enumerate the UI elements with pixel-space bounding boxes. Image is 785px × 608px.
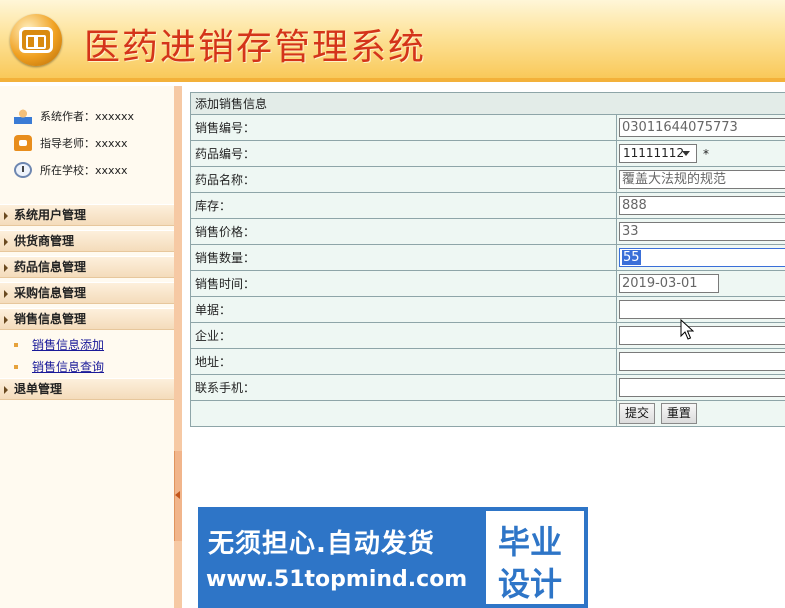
sidebar-splitter[interactable] (174, 86, 182, 608)
form-row: 联系手机： (190, 374, 785, 401)
sidebar: 系统作者：xxxxxx 指导老师：xxxxx 所在学校：xxxxx 系统用户管理… (0, 86, 174, 608)
quantity-label: 销售数量： (190, 244, 617, 271)
school-label: 所在学校：xxxxx (40, 164, 128, 177)
drug-id-label: 药品编号： (190, 140, 617, 167)
user-icon (14, 108, 32, 124)
form-row: 药品编号： 11111112 * (190, 140, 785, 167)
triangle-right-icon (4, 290, 8, 298)
address-label: 地址： (190, 348, 617, 375)
submenu-sales-add[interactable]: 销售信息添加 (14, 336, 104, 353)
company-input[interactable] (619, 326, 785, 345)
sidebar-info-author: 系统作者：xxxxxx (14, 108, 134, 124)
banner-slogan: 无须担心.自动发货 (208, 529, 435, 559)
price-input[interactable]: 33 (619, 222, 785, 241)
triangle-right-icon (4, 386, 8, 394)
form-row: 地址： (190, 348, 785, 375)
sale-id-label: 销售编号： (190, 114, 617, 141)
form-row: 企业： (190, 322, 785, 349)
reset-button[interactable]: 重置 (660, 403, 697, 424)
company-label: 企业： (190, 322, 617, 349)
banner-badge: 毕业 设计 (486, 511, 584, 604)
sales-add-form: 添加销售信息 销售编号： 03011644075773 药品编号： 111111… (190, 92, 785, 427)
form-caption: 添加销售信息 (190, 92, 785, 115)
menu-purchase-info[interactable]: 采购信息管理 (0, 282, 174, 304)
menu-drug-info[interactable]: 药品信息管理 (0, 256, 174, 278)
receipt-label: 单据： (190, 296, 617, 323)
quantity-input[interactable]: 55 (619, 248, 785, 267)
teacher-label: 指导老师：xxxxx (40, 137, 128, 150)
clock-icon (14, 162, 32, 178)
phone-input[interactable] (619, 378, 785, 397)
app-logo-icon (10, 14, 62, 66)
menu-suppliers[interactable]: 供货商管理 (0, 230, 174, 252)
submit-button[interactable]: 提交 (619, 403, 656, 424)
banner-url: www.51topmind.com (206, 567, 468, 592)
sale-time-input[interactable]: 2019-03-01 (619, 274, 719, 293)
drug-name-input[interactable]: 覆盖大法规的规范 (619, 170, 785, 189)
sidebar-info-teacher: 指导老师：xxxxx (14, 135, 128, 151)
triangle-right-icon (4, 316, 8, 324)
form-row: 销售时间： 2019-03-01 (190, 270, 785, 297)
stock-input[interactable]: 888 (619, 196, 785, 215)
form-row: 库存： 888 (190, 192, 785, 219)
stock-label: 库存： (190, 192, 617, 219)
bullet-icon (14, 342, 18, 347)
price-label: 销售价格： (190, 218, 617, 245)
app-title: 医药进销存管理系统 (84, 27, 427, 68)
menu-sales-info[interactable]: 销售信息管理 (0, 308, 174, 330)
submenu-sales-query[interactable]: 销售信息查询 (14, 358, 104, 375)
menu-system-users[interactable]: 系统用户管理 (0, 204, 174, 226)
sale-id-input[interactable]: 03011644075773 (619, 118, 785, 137)
sale-time-label: 销售时间： (190, 270, 617, 297)
form-actions: 提交 重置 (190, 400, 785, 427)
mouse-cursor-icon (680, 319, 694, 340)
form-row: 销售编号： 03011644075773 (190, 114, 785, 141)
phone-label: 联系手机： (190, 374, 617, 401)
triangle-right-icon (4, 238, 8, 246)
app-header: 医药进销存管理系统 (0, 0, 785, 82)
author-label: 系统作者：xxxxxx (40, 110, 135, 123)
receipt-input[interactable] (619, 300, 785, 319)
address-input[interactable] (619, 352, 785, 371)
drug-id-select[interactable]: 11111112 (619, 144, 697, 163)
triangle-right-icon (4, 264, 8, 272)
menu-returns[interactable]: 退单管理 (0, 378, 174, 400)
bullet-icon (14, 364, 18, 369)
phone-icon (14, 135, 32, 151)
form-row: 药品名称： 覆盖大法规的规范 (190, 166, 785, 193)
form-row: 销售价格： 33 (190, 218, 785, 245)
sidebar-info-school: 所在学校：xxxxx (14, 162, 128, 178)
triangle-right-icon (4, 212, 8, 220)
drug-name-label: 药品名称： (190, 166, 617, 193)
form-row: 单据： (190, 296, 785, 323)
collapse-arrow-icon[interactable] (175, 491, 180, 499)
required-mark: * (703, 146, 709, 161)
form-row: 销售数量： 55 (190, 244, 785, 271)
watermark-banner: 无须担心.自动发货 www.51topmind.com 毕业 设计 (198, 507, 588, 608)
chevron-down-icon (682, 151, 690, 156)
